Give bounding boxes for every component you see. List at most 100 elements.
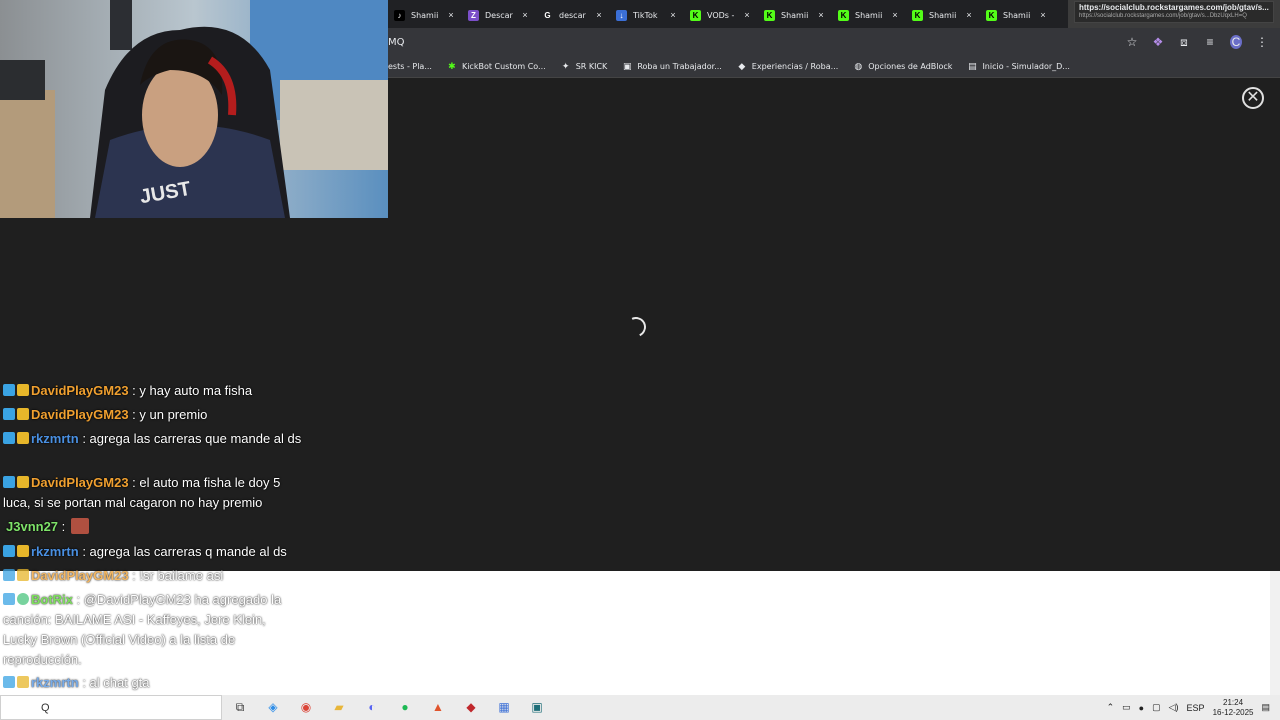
extensions-puzzle-icon[interactable]: ⧈	[1178, 35, 1190, 50]
chat-username: DavidPlayGM23	[31, 407, 129, 422]
verified-badge-icon	[3, 593, 15, 605]
tab-strip: ♪ Shamii × Z Descar × Gdescar × ↓ TikTok × K VODs - ×…	[388, 0, 1280, 28]
tab-title: TikTok	[633, 10, 658, 20]
bookmark-item[interactable]: ◍ Opciones de AdBlock	[853, 62, 952, 72]
tab-7[interactable]: K Shamii ×	[906, 3, 980, 27]
taskbar-search[interactable]: Q	[0, 695, 222, 720]
tab-1[interactable]: Z Descar ×	[462, 3, 536, 27]
discord-icon[interactable]: ◐	[362, 698, 382, 716]
media-controls-icon[interactable]: ≡	[1204, 35, 1216, 49]
bookmark-star-icon[interactable]: ☆	[1126, 35, 1138, 49]
brave-icon[interactable]: ▲	[428, 698, 448, 716]
menu-kebab-icon[interactable]: ⋮	[1256, 35, 1268, 49]
gear-icon: ✦	[561, 61, 570, 72]
subscriber-badge-icon	[17, 408, 29, 420]
chat-username: DavidPlayGM23	[31, 568, 129, 583]
language-indicator[interactable]: ESP	[1187, 703, 1205, 713]
close-tab-icon[interactable]: ×	[890, 10, 900, 20]
close-overlay-button[interactable]: ✕	[1242, 87, 1264, 109]
chat-text: : y hay auto ma fisha	[132, 383, 253, 398]
bookmark-item[interactable]: ◆ Experiencias / Roba...	[737, 62, 838, 72]
verified-badge-icon	[3, 408, 15, 420]
close-tab-icon[interactable]: ×	[742, 10, 752, 20]
bookmark-item[interactable]: ✱ KickBot Custom Co...	[447, 62, 546, 72]
clock[interactable]: 21:24 16-12-2025	[1213, 698, 1254, 718]
close-tab-icon[interactable]: ×	[668, 10, 678, 20]
extension-icon[interactable]: ❖	[1152, 35, 1164, 49]
tab-8[interactable]: K Shamii ×	[980, 3, 1054, 27]
microphone-icon[interactable]: ●	[1139, 703, 1144, 713]
battery-icon[interactable]: ▭	[1122, 702, 1131, 713]
task-view-icon[interactable]: ⧉	[230, 698, 250, 716]
scrollbar[interactable]	[1270, 79, 1280, 695]
bookmark-label: Roba un Trabajador...	[637, 62, 722, 71]
close-tab-icon[interactable]: ×	[1038, 10, 1048, 20]
file-explorer-icon[interactable]: ▰	[329, 698, 349, 716]
chat-username: BotRix	[31, 592, 73, 607]
copilot-icon[interactable]: ◈	[263, 698, 283, 716]
bookmark-label: ests - Pla...	[388, 62, 432, 71]
close-tab-icon[interactable]: ×	[594, 10, 604, 20]
bookmarks-bar: ests - Pla... ✱ KickBot Custom Co... ✦ SR KI…	[388, 56, 1280, 78]
bookmark-item[interactable]: ✦ SR KICK	[561, 61, 608, 72]
kick-icon: K	[764, 9, 775, 21]
system-tray: ⌃ ▭ ● ▢ ◁) ESP 21:24 16-12-2025 ▤	[1107, 695, 1270, 720]
tab-4[interactable]: K VODs - ×	[684, 3, 758, 27]
chat-username: rkzmrtn	[31, 675, 79, 690]
globe-icon: ◍	[854, 61, 863, 72]
kick-icon: K	[690, 9, 701, 21]
page-viewport	[388, 79, 1270, 571]
twitch-icon: Z	[468, 9, 479, 21]
kickbot-icon: ✱	[448, 61, 456, 72]
game-icon[interactable]: ◆	[461, 698, 481, 716]
tab-5[interactable]: K Shamii ×	[758, 3, 832, 27]
close-tab-icon[interactable]: ×	[964, 10, 974, 20]
tooltip-url-small: https://socialclub.rockstargames.com/job…	[1079, 13, 1247, 19]
chat-message: DavidPlayGM23 : !sr bailame asi	[3, 566, 303, 586]
chat-text: : agrega las carreras que mande al ds	[82, 431, 302, 446]
close-tab-icon[interactable]: ×	[446, 10, 456, 20]
active-tab[interactable]: https://socialclub.rockstargames.com/job…	[1068, 0, 1280, 28]
close-tab-icon[interactable]: ×	[520, 10, 530, 20]
verified-badge-icon	[3, 476, 15, 488]
chevron-up-icon[interactable]: ⌃	[1107, 702, 1115, 713]
verified-badge-icon	[3, 384, 15, 396]
calculator-icon[interactable]: ▦	[494, 698, 514, 716]
tab-6[interactable]: K Shamii ×	[832, 3, 906, 27]
bookmark-label: Inicio - Simulador_D...	[982, 62, 1070, 71]
bookmark-label: KickBot Custom Co...	[461, 62, 546, 71]
chat-username: rkzmrtn	[31, 431, 79, 446]
tab-title: Shamii	[411, 10, 439, 20]
search-placeholder: Q	[41, 701, 50, 714]
volume-icon[interactable]: ◁)	[1169, 702, 1179, 713]
tab-0[interactable]: ♪ Shamii ×	[388, 3, 462, 27]
chat-message: rkzmrtn : agrega las carreras que mande …	[3, 429, 303, 449]
chat-text: : !sr bailame asi	[132, 568, 224, 583]
taskbar: Q ⧉ ◈ ◉ ▰ ◐ ● ▲ ◆ ▦ ▣ ⌃ ▭ ● ▢ ◁) ESP 21:24 16-12-…	[0, 695, 1280, 720]
bookmark-item[interactable]: ests - Pla...	[388, 62, 432, 71]
tab-title: Shamii	[929, 10, 957, 20]
verified-badge-icon	[3, 569, 15, 581]
profile-avatar[interactable]: C	[1230, 35, 1242, 49]
bookmark-item[interactable]: ▤ Inicio - Simulador_D...	[967, 62, 1070, 72]
url-field[interactable]: MQ	[388, 37, 1126, 48]
google-icon: G	[544, 10, 551, 20]
close-tab-icon[interactable]: ×	[816, 10, 826, 20]
tab-title: Descar	[485, 10, 513, 20]
spotify-icon[interactable]: ●	[395, 698, 415, 716]
tab-title: Shamii	[781, 10, 809, 20]
tab-2[interactable]: Gdescar ×	[536, 3, 610, 27]
network-icon[interactable]: ▢	[1152, 702, 1161, 713]
subscriber-badge-icon	[17, 569, 29, 581]
bookmark-label: SR KICK	[575, 62, 608, 71]
verified-badge-icon	[3, 545, 15, 557]
bookmark-label: Experiencias / Roba...	[751, 62, 839, 71]
subscriber-badge-icon	[17, 432, 29, 444]
notification-icon[interactable]: ▤	[1261, 702, 1270, 713]
bookmark-item[interactable]: ▣ Roba un Trabajador...	[622, 62, 722, 72]
terminal-icon[interactable]: ▣	[527, 698, 547, 716]
tab-3[interactable]: ↓ TikTok ×	[610, 3, 684, 27]
chrome-icon[interactable]: ◉	[296, 698, 316, 716]
verified-badge-icon	[3, 432, 15, 444]
emote-icon	[71, 518, 90, 534]
